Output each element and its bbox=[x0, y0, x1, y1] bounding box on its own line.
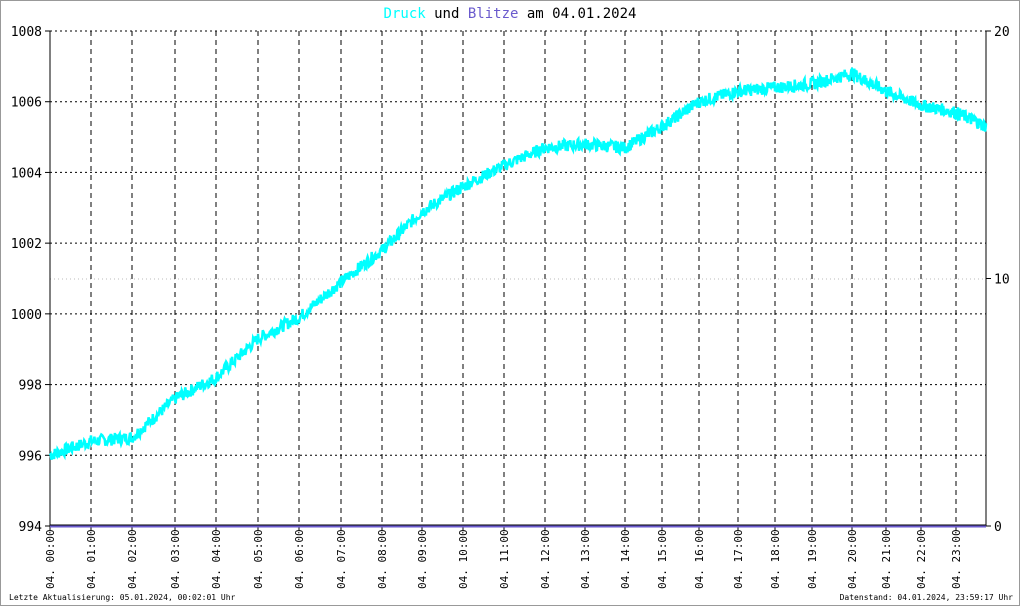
x-tick-label: 04. 09:00 bbox=[416, 529, 429, 589]
y2-tick-label: 10 bbox=[994, 273, 1010, 288]
x-tick-label: 04. 04:00 bbox=[210, 529, 223, 589]
x-tick-label: 04. 20:00 bbox=[846, 529, 859, 589]
y-tick-label: 994 bbox=[19, 520, 43, 535]
y2-tick-label: 0 bbox=[994, 520, 1002, 535]
x-tick-label: 04. 08:00 bbox=[376, 529, 389, 589]
x-tick-label: 04. 12:00 bbox=[539, 529, 552, 589]
last-update: Letzte Aktualisierung: 05.01.2024, 00:02… bbox=[9, 593, 236, 602]
y-tick-label: 1004 bbox=[11, 166, 42, 181]
x-tick-label: 04. 16:00 bbox=[693, 529, 706, 589]
x-tick-label: 04. 00:00 bbox=[44, 529, 57, 589]
x-tick-label: 04. 06:00 bbox=[293, 529, 306, 589]
x-tick-label: 04. 13:00 bbox=[579, 529, 592, 589]
y-tick-label: 1000 bbox=[11, 308, 42, 323]
chart-plot: 994 996 998 1000 1002 1004 1006 1008 0 10 20 04. 00… bbox=[11, 25, 1010, 589]
y-tick-label: 1002 bbox=[11, 237, 42, 252]
chart-window: Druck und Blitze am 04.01.2024 994 996 998… bbox=[0, 0, 1020, 606]
y-tick-label: 1008 bbox=[11, 25, 42, 40]
x-tick-label: 04. 17:00 bbox=[732, 529, 745, 589]
x-tick-label: 04. 23:00 bbox=[950, 529, 963, 589]
x-tick-label: 04. 21:00 bbox=[880, 529, 893, 589]
data-status: Datenstand: 04.01.2024, 23:59:17 Uhr bbox=[839, 593, 1013, 602]
x-tick-label: 04. 07:00 bbox=[335, 529, 348, 589]
y-tick-label: 996 bbox=[19, 449, 42, 464]
x-tick-label: 04. 18:00 bbox=[769, 529, 782, 589]
y-tick-label: 1006 bbox=[11, 96, 42, 111]
x-tick-label: 04. 05:00 bbox=[252, 529, 265, 589]
x-tick-label: 04. 22:00 bbox=[915, 529, 928, 589]
x-tick-label: 04. 15:00 bbox=[656, 529, 669, 589]
y-tick-label: 998 bbox=[19, 379, 42, 394]
x-tick-label: 04. 02:00 bbox=[126, 529, 139, 589]
x-tick-label: 04. 03:00 bbox=[169, 529, 182, 589]
x-tick-label: 04. 10:00 bbox=[457, 529, 470, 589]
y2-tick-label: 20 bbox=[994, 25, 1010, 40]
x-tick-label: 04. 14:00 bbox=[619, 529, 632, 589]
druck-series bbox=[48, 66, 988, 461]
x-tick-label: 04. 11:00 bbox=[498, 529, 511, 589]
x-tick-label: 04. 01:00 bbox=[85, 529, 98, 589]
x-tick-label: 04. 19:00 bbox=[806, 529, 819, 589]
